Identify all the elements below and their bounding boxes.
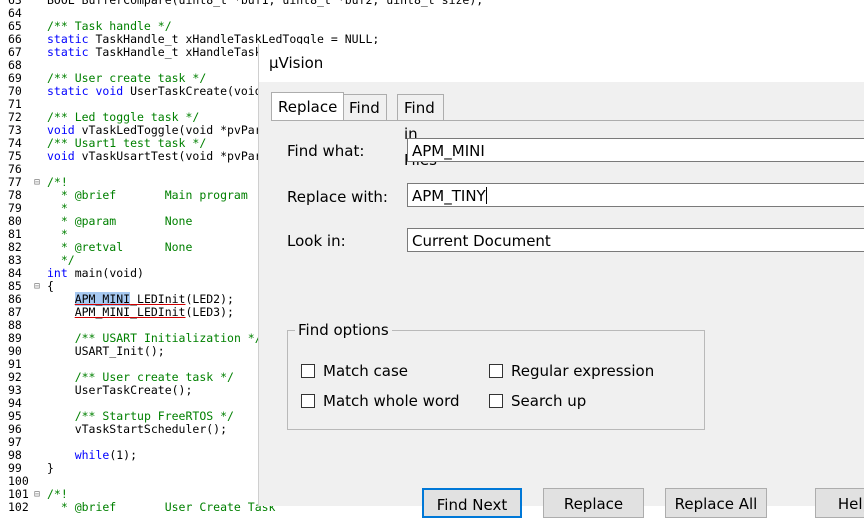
match-case-box[interactable] [301,364,315,378]
find-options-title: Find options [295,321,392,339]
code-token: /*! [47,175,68,189]
code-text: int main(void) [47,267,144,280]
code-token: * [47,227,68,241]
look-in-label: Look in: [287,232,346,250]
code-token: APM_MINI_LEDInit [74,305,186,319]
code-token: /** Task handle */ [47,19,172,33]
code-token: /*! [47,487,68,501]
find-replace-dialog: µVision Replace Find Find in Files Find … [258,44,864,518]
code-token: UserTaskCreate(); [47,383,193,397]
replace-with-input[interactable]: APM_TINY [407,183,864,207]
code-token: vTaskStartScheduler(); [47,422,228,436]
look-in-select[interactable]: Current Document [407,228,864,252]
code-token: while [74,448,110,462]
find-what-value: APM_MINI [412,142,485,160]
code-text: BOOL BufferCompare(uint8_t *buf1, uint8_… [47,0,483,7]
code-token: /** User create task */ [74,370,234,384]
code-text: * @brief Main program [47,189,248,202]
code-text: vTaskStartScheduler(); [47,423,227,436]
search-up-label: Search up [511,392,587,410]
find-what-label: Find what: [287,142,365,160]
code-token: * @brief Main program [47,188,248,202]
code-text: static void UserTaskCreate(void); [47,85,276,98]
code-token: void [47,149,75,163]
code-token: main(void) [67,266,144,280]
code-token: */ [47,253,75,267]
regular-expression-box[interactable] [489,364,503,378]
code-text: } [47,462,54,475]
tab-find[interactable]: Find [342,94,387,121]
code-token: USART_Init(); [47,344,165,358]
dialog-title: µVision [269,54,324,72]
code-text: while(1); [47,449,137,462]
code-token: { [47,279,54,293]
code-token: * @retval None [47,240,193,254]
code-text: UserTaskCreate(); [47,383,193,397]
help-button[interactable]: Help [815,488,864,518]
code-token: UserTaskCreate(void); [123,84,276,98]
code-token: static [47,84,89,98]
replace-button[interactable]: Replace [543,488,644,518]
code-token: int [47,266,68,280]
code-token: APM_MINI [74,292,131,306]
replace-tab-panel: Find what: APM_MINI Replace with: APM_TI… [271,120,864,507]
code-token: * @brief User Create Task [47,500,276,514]
code-token: void [47,123,75,137]
tab-replace[interactable]: Replace [271,92,345,120]
search-up-box[interactable] [489,394,503,408]
fold-toggle-icon[interactable]: ⊟ [34,488,40,501]
code-token: /** Startup FreeRTOS */ [74,409,234,423]
dialog-titlebar[interactable]: µVision [259,44,864,82]
text-caret [485,187,487,204]
find-next-button[interactable]: Find Next [422,488,522,518]
fold-toggle-icon[interactable]: ⊟ [34,280,40,293]
code-token: static [47,45,89,59]
code-token: * @param None [47,214,193,228]
match-whole-word-label: Match whole word [323,392,460,410]
code-token: void [95,84,124,98]
code-token: _LEDInit [130,292,186,306]
code-token: (LED3); [185,305,234,319]
fold-toggle-icon[interactable]: ⊟ [34,176,40,189]
code-token: /** Led toggle task */ [47,110,200,124]
code-token: /** User create task */ [47,71,207,85]
code-token: } [47,461,54,475]
replace-with-value: APM_TINY [412,187,486,205]
code-token: BOOL BufferCompare(uint8_t *buf1, uint8_… [47,0,484,7]
code-text: USART_Init(); [47,345,165,358]
code-text: APM_MINI_LEDInit(LED3); [47,306,234,319]
look-in-value: Current Document [412,232,551,250]
code-token: (LED2); [185,292,234,306]
code-token: /** USART Initialization */ [74,331,262,345]
line-number: 102 [8,500,29,514]
code-token: static [47,32,89,46]
code-token: (1); [109,448,138,462]
replace-with-label: Replace with: [287,188,388,206]
code-text: * @brief User Create Task [47,500,276,514]
code-token: /** Usart1 test task */ [47,136,207,150]
regular-expression-label: Regular expression [511,362,655,380]
find-what-input[interactable]: APM_MINI [407,138,864,162]
match-whole-word-box[interactable] [301,394,315,408]
tab-find-in-files[interactable]: Find in Files [397,94,444,169]
match-case-label: Match case [323,362,409,380]
code-token: * [47,201,68,215]
code-text: * @param None [47,214,193,228]
replace-all-button[interactable]: Replace All [665,488,767,518]
